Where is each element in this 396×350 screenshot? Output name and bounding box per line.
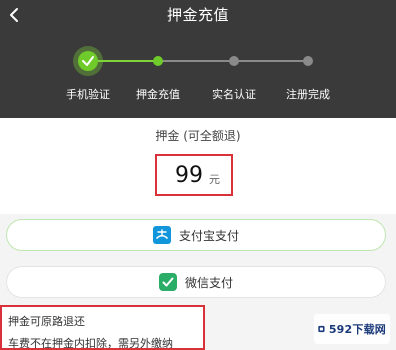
deposit-label: 押金 (可全额退) [155, 129, 241, 143]
deposit-unit: 元 [209, 173, 220, 186]
step-connector-3 [234, 60, 308, 62]
wechat-pay-label: 微信支付 [184, 275, 233, 290]
step-1-dot [78, 51, 98, 71]
registration-stepper: 手机验证 押金充值 实名认证 注册完成 [0, 44, 396, 114]
wechat-pay-button[interactable]: 微信支付 [6, 266, 386, 298]
watermark-text: 592下载网 [328, 323, 386, 336]
watermark-logo-icon [318, 325, 325, 333]
step-connector-2 [158, 60, 234, 62]
deposit-notice: 押金可原路退还 车费不在押金内扣除，需另外缴纳 [0, 305, 205, 350]
notice-line-2: 车费不在押金内扣除，需另外缴纳 [8, 337, 173, 350]
step-label-phone-verify: 手机验证 [66, 88, 110, 101]
step-3-dot [229, 56, 239, 66]
alipay-label: 支付宝支付 [178, 228, 239, 243]
step-label-deposit-recharge: 押金充值 [136, 88, 180, 101]
notice-line-1: 押金可原路退还 [8, 315, 85, 328]
deposit-recharge-screen: 押金充值 手机验证 押金充值 实名认证 注册完成 押金 (可全额退) 99 元 … [0, 0, 396, 350]
site-watermark: 592下载网 [314, 314, 390, 344]
step-label-real-name: 实名认证 [212, 88, 256, 101]
deposit-amount-box: 99 元 [155, 154, 233, 196]
page-title: 押金充值 [166, 6, 229, 24]
header: 押金充值 手机验证 押金充值 实名认证 注册完成 [0, 0, 396, 118]
wechat-pay-icon [158, 273, 177, 291]
alipay-button[interactable]: 支付宝支付 [6, 219, 386, 251]
deposit-amount: 99 [175, 163, 203, 188]
alipay-icon [152, 226, 171, 244]
step-label-register-done: 注册完成 [286, 88, 330, 101]
check-icon [82, 56, 94, 66]
step-4-dot [303, 56, 313, 66]
deposit-card: 押金 (可全额退) 99 元 [0, 118, 396, 214]
step-2-dot [153, 56, 163, 66]
step-connector-1 [88, 60, 158, 62]
